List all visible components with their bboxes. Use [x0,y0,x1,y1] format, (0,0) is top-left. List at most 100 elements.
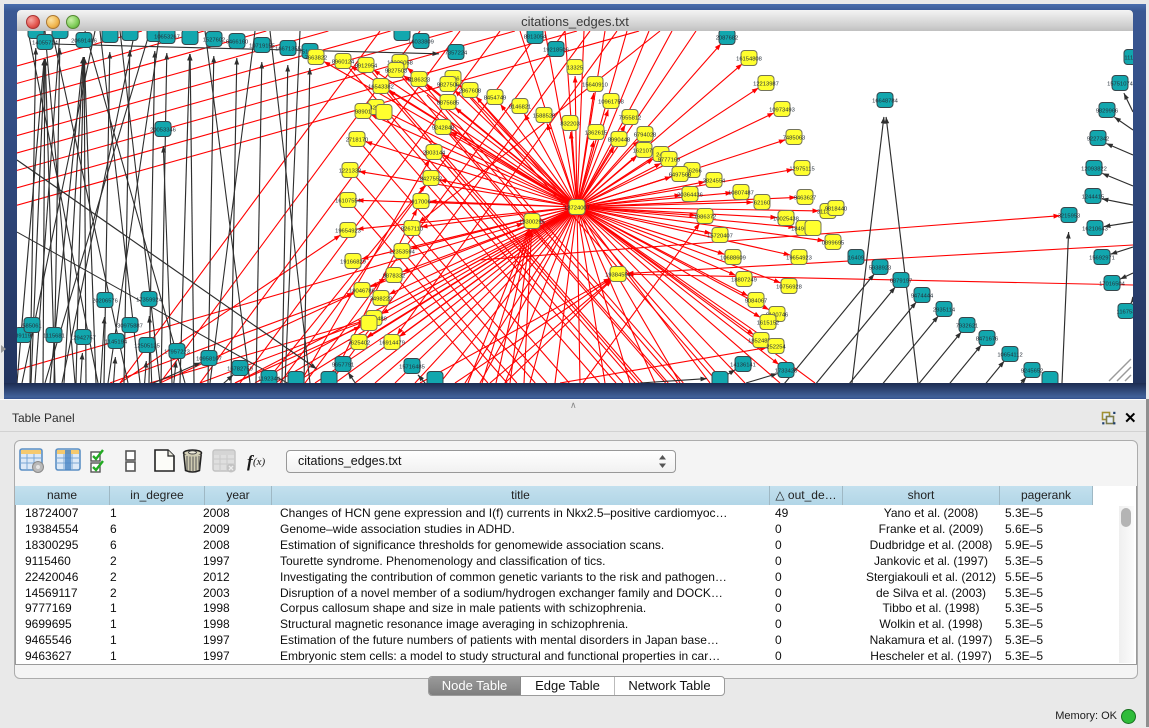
svg-text:98901: 98901 [355,109,371,115]
svg-text:8186323: 8186323 [408,77,431,83]
svg-text:0899695: 0899695 [822,240,845,246]
svg-text:9829966: 9829966 [1096,108,1119,114]
svg-text:585061: 585061 [22,323,41,329]
svg-text:10958107: 10958107 [196,356,222,362]
svg-text:9827503: 9827503 [385,68,408,74]
svg-text:20206576: 20206576 [92,298,118,304]
svg-text:12093822: 12093822 [1081,166,1107,172]
svg-text:17016504: 17016504 [1099,281,1126,287]
svg-text:16671355: 16671355 [275,46,301,52]
svg-text:1221338: 1221338 [339,168,362,174]
svg-text:2867608: 2867608 [459,88,482,94]
svg-text:15720407: 15720407 [707,233,733,239]
svg-text:15640910: 15640910 [582,82,608,88]
svg-text:1145194: 1145194 [105,339,128,345]
svg-text:16409: 16409 [848,255,864,261]
svg-text:252254: 252254 [766,344,786,350]
svg-text:7986372: 7986372 [694,214,717,220]
svg-text:9146821: 9146821 [509,104,532,110]
svg-text:6794028: 6794028 [634,132,657,138]
svg-text:9463627: 9463627 [794,195,817,201]
svg-text:39119: 39119 [17,333,31,339]
svg-text:16648784: 16648784 [872,98,899,104]
svg-text:19218506: 19218506 [543,47,569,53]
svg-text:62160: 62160 [754,200,770,206]
svg-text:6466160: 6466160 [226,39,249,45]
svg-text:19166829: 19166829 [340,259,366,265]
svg-text:9657791: 9657791 [332,362,355,368]
svg-text:16914479: 16914479 [379,340,405,346]
svg-text:1621072: 1621072 [633,148,656,154]
svg-text:18724007: 18724007 [564,205,590,211]
svg-text:18300295: 18300295 [519,219,545,225]
svg-text:917006: 917006 [411,199,430,205]
svg-text:3215953: 3215953 [1058,213,1081,219]
svg-text:3824554: 3824554 [703,178,726,184]
svg-text:8875685: 8875685 [437,100,460,106]
svg-text:2718170: 2718170 [346,137,369,143]
svg-text:8912954: 8912954 [355,63,378,69]
svg-text:8813054: 8813054 [524,34,547,40]
svg-text:5938923: 5938923 [869,265,892,271]
svg-text:11174: 11174 [1124,55,1133,61]
svg-text:10719155: 10719155 [249,43,275,49]
svg-text:9227342: 9227342 [1087,136,1110,142]
svg-text:1362615: 1362615 [585,130,608,136]
svg-text:1588520: 1588520 [533,113,556,119]
svg-text:8471676: 8471676 [976,336,999,342]
svg-text:12505135: 12505135 [134,343,160,349]
svg-text:832203: 832203 [560,121,579,127]
svg-text:19654923: 19654923 [786,255,812,261]
svg-text:8878332: 8878332 [383,273,406,279]
svg-text:20691406: 20691406 [71,38,97,44]
svg-text:16782759: 16782759 [227,366,253,372]
svg-text:9242848: 9242848 [432,125,455,131]
svg-text:12213987: 12213987 [753,81,779,87]
svg-text:7625402: 7625402 [348,340,371,346]
svg-text:1733426: 1733426 [775,368,798,374]
svg-text:7663822: 7663822 [305,55,328,61]
svg-text:1244415: 1244415 [1082,194,1105,200]
svg-text:15751074: 15751074 [1107,81,1133,87]
svg-text:12942757: 12942757 [70,335,96,341]
svg-text:8427552: 8427552 [420,176,443,182]
svg-text:20053346: 20053346 [150,127,176,133]
svg-text:12975115: 12975115 [789,166,814,172]
svg-text:6497568: 6497568 [669,172,692,178]
svg-text:14055724: 14055724 [32,40,59,46]
svg-text:2935114: 2935114 [933,307,956,313]
svg-text:13325: 13325 [567,65,583,71]
svg-text:3498222: 3498222 [370,296,393,302]
svg-text:10653267: 10653267 [154,34,180,40]
svg-text:12353594: 12353594 [389,249,416,255]
svg-text:9084067: 9084067 [745,298,768,304]
svg-text:9777169: 9777169 [658,157,681,163]
svg-text:1527602: 1527602 [203,37,226,43]
svg-text:9818440: 9818440 [825,206,848,212]
svg-text:19046786: 19046786 [349,288,375,294]
svg-text:16210643: 16210643 [1082,226,1108,232]
svg-text:18807249: 18807249 [731,277,757,283]
svg-text:17359924: 17359924 [136,297,163,303]
svg-text:14136141: 14136141 [730,362,756,368]
svg-text:20364436: 20364436 [677,192,703,198]
svg-text:10688609: 10688609 [720,255,746,261]
svg-text:2087682: 2087682 [716,35,739,41]
svg-text:8454749: 8454749 [484,95,507,101]
svg-text:15692971: 15692971 [1089,255,1115,261]
svg-text:1192344: 1192344 [258,376,281,382]
svg-text:10807487: 10807487 [728,190,754,196]
svg-text:10654112: 10654112 [997,352,1022,358]
svg-text:15716485: 15716485 [399,364,425,370]
svg-text:1615152: 1615152 [757,320,780,326]
svg-text:8960124: 8960124 [332,59,355,65]
svg-text:9827506: 9827506 [437,82,460,88]
svg-text:19384554: 19384554 [605,272,632,278]
svg-text:10973493: 10973493 [769,107,795,113]
svg-text:9245652: 9245652 [1021,368,1044,374]
svg-text:16107554: 16107554 [335,198,362,204]
svg-text:9474444: 9474444 [911,293,934,299]
svg-text:7932621: 7932621 [956,323,979,329]
svg-text:16154808: 16154808 [736,56,762,62]
svg-text:19654923: 19654923 [335,228,361,234]
